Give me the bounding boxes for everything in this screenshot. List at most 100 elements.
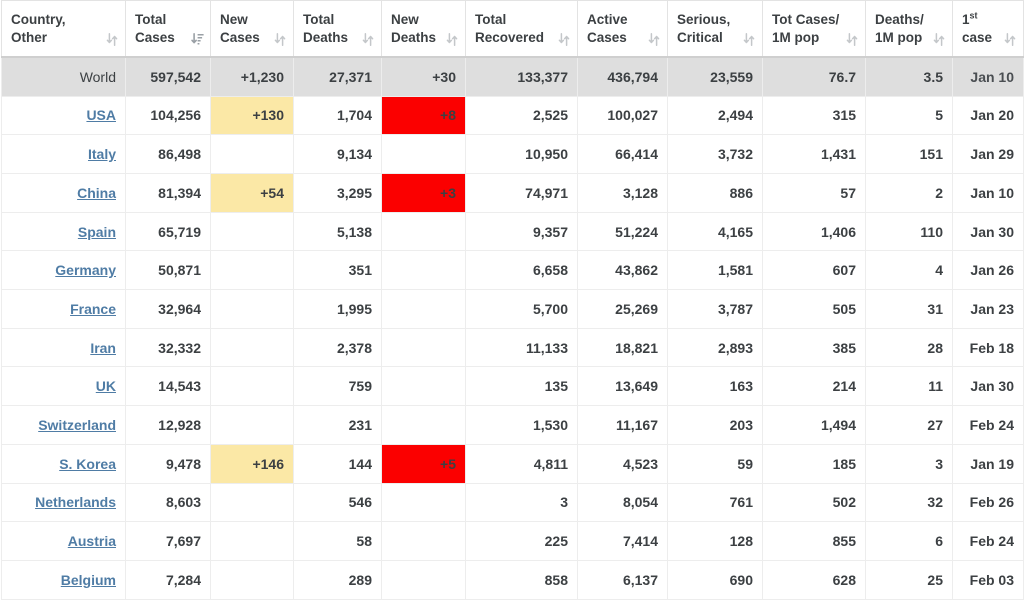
country-link[interactable]: China [77, 185, 116, 201]
cell-total-cases: 7,697 [125, 521, 211, 561]
cell-total-cases: 7,284 [125, 559, 211, 600]
cell-serious-critical: 761 [667, 482, 763, 523]
column-header-case[interactable]: 1st case [952, 0, 1024, 59]
country-link[interactable]: Belgium [61, 572, 116, 588]
sort-both-icon[interactable] [1004, 33, 1016, 47]
cell-new-cases: +146 [210, 443, 294, 484]
cell-new-deaths: +8 [381, 95, 466, 136]
country-link[interactable]: Austria [68, 533, 116, 549]
cell-active-cases: 6,137 [577, 559, 668, 600]
country-link[interactable]: UK [96, 378, 116, 394]
cell-new-cases [210, 327, 294, 368]
cell-deaths-per-1m: 3 [865, 443, 953, 484]
cell-active-cases: 436,794 [577, 56, 668, 97]
column-header-line1: 1st [962, 10, 978, 27]
cell-new-deaths: +5 [381, 443, 466, 484]
column-header-line2: Cases [220, 30, 260, 46]
cell-total-cases-per-1m: 502 [762, 482, 866, 523]
column-header-inner: Serious, Critical [677, 11, 755, 47]
table-row: Austria 7,697 58 225 7,414 128 855 6 Feb 24 [1, 521, 1024, 561]
cell-total-cases: 9,478 [125, 443, 211, 484]
column-header-line1: Country, [11, 12, 66, 27]
cell-active-cases: 8,054 [577, 482, 668, 523]
column-header-line1: Total [475, 12, 507, 27]
column-header-1m-pop[interactable]: Tot Cases/1M pop [762, 0, 866, 59]
cell-total-cases-per-1m: 185 [762, 443, 866, 484]
sort-both-icon[interactable] [274, 33, 286, 47]
country-link[interactable]: Switzerland [38, 417, 116, 433]
cell-total-recovered: 11,133 [465, 327, 578, 368]
column-header-inner: New Cases [220, 11, 286, 47]
cell-country: World [1, 56, 126, 97]
column-header-other[interactable]: Country, Other [1, 0, 126, 59]
cell-serious-critical: 59 [667, 443, 763, 484]
cell-serious-critical: 23,559 [667, 56, 763, 97]
sort-both-icon[interactable] [933, 33, 945, 47]
cell-country: S. Korea [1, 443, 126, 484]
cell-first-case-date: Jan 30 [952, 211, 1024, 252]
country-link[interactable]: Germany [55, 262, 116, 278]
sort-both-icon[interactable] [446, 33, 458, 47]
cell-country: USA [1, 95, 126, 136]
sort-both-icon[interactable] [846, 33, 858, 47]
sort-both-icon[interactable] [106, 33, 118, 47]
column-header-deaths[interactable]: Total Deaths [293, 0, 382, 59]
column-header-critical[interactable]: Serious, Critical [667, 0, 763, 59]
cell-country: UK [1, 366, 126, 407]
cell-country: Switzerland [1, 405, 126, 445]
sort-both-icon[interactable] [558, 33, 570, 47]
sort-both-icon[interactable] [648, 33, 660, 47]
cell-total-cases-per-1m: 214 [762, 366, 866, 407]
column-header-cases[interactable]: Total Cases [125, 0, 211, 59]
cell-total-recovered: 74,971 [465, 173, 578, 213]
country-link[interactable]: France [70, 301, 116, 317]
column-header-line2: Deaths [303, 30, 349, 46]
cell-new-cases [210, 289, 294, 329]
country-link[interactable]: Netherlands [35, 494, 116, 510]
sort-descending-icon[interactable] [191, 33, 204, 46]
column-header-line2: Recovered [475, 30, 545, 46]
covid-statistics-table: Country, Other Total Cases New Cases Total Deat… [1, 0, 1024, 600]
cell-active-cases: 11,167 [577, 405, 668, 445]
cell-active-cases: 25,269 [577, 289, 668, 329]
cell-serious-critical: 203 [667, 405, 763, 445]
cell-deaths-per-1m: 2 [865, 173, 953, 213]
cell-first-case-date: Jan 23 [952, 289, 1024, 329]
country-link[interactable]: USA [86, 107, 116, 123]
sort-both-icon[interactable] [362, 33, 374, 47]
column-header-cases[interactable]: New Cases [210, 0, 294, 59]
cell-country: Netherlands [1, 482, 126, 523]
cell-total-recovered: 858 [465, 559, 578, 600]
column-header-inner: New Deaths [391, 11, 458, 47]
column-header-line1: New [391, 12, 419, 27]
country-link[interactable]: Iran [90, 340, 116, 356]
cell-active-cases: 43,862 [577, 250, 668, 291]
column-header-cases[interactable]: Active Cases [577, 0, 668, 59]
cell-total-cases-per-1m: 76.7 [762, 56, 866, 97]
column-header-line2: Cases [135, 30, 175, 46]
cell-total-cases-per-1m: 315 [762, 95, 866, 136]
cell-total-deaths: 351 [293, 250, 382, 291]
sort-both-icon[interactable] [743, 33, 755, 47]
country-link[interactable]: Spain [78, 224, 116, 240]
cell-new-cases [210, 250, 294, 291]
cell-total-deaths: 5,138 [293, 211, 382, 252]
column-header-1m-pop[interactable]: Deaths/1M pop [865, 0, 953, 59]
cell-total-deaths: 546 [293, 482, 382, 523]
column-header-inner: Active Cases [587, 11, 660, 47]
cell-deaths-per-1m: 25 [865, 559, 953, 600]
table-body: World 597,542 +1,230 27,371 +30 133,377 436,79… [1, 56, 1024, 600]
column-header-deaths[interactable]: New Deaths [381, 0, 466, 59]
country-link[interactable]: Italy [88, 146, 116, 162]
cell-new-deaths [381, 366, 466, 407]
cell-total-cases-per-1m: 607 [762, 250, 866, 291]
cell-total-cases: 104,256 [125, 95, 211, 136]
table-row: S. Korea 9,478 +146 144 +5 4,811 4,523 59 185 3 Ja… [1, 443, 1024, 484]
cell-deaths-per-1m: 151 [865, 134, 953, 174]
cell-active-cases: 3,128 [577, 173, 668, 213]
country-link[interactable]: S. Korea [59, 456, 116, 472]
table-row: Netherlands 8,603 546 3 8,054 761 502 32 Feb 26 [1, 482, 1024, 523]
cell-total-cases: 50,871 [125, 250, 211, 291]
cell-total-recovered: 2,525 [465, 95, 578, 136]
column-header-recovered[interactable]: Total Recovered [465, 0, 578, 59]
